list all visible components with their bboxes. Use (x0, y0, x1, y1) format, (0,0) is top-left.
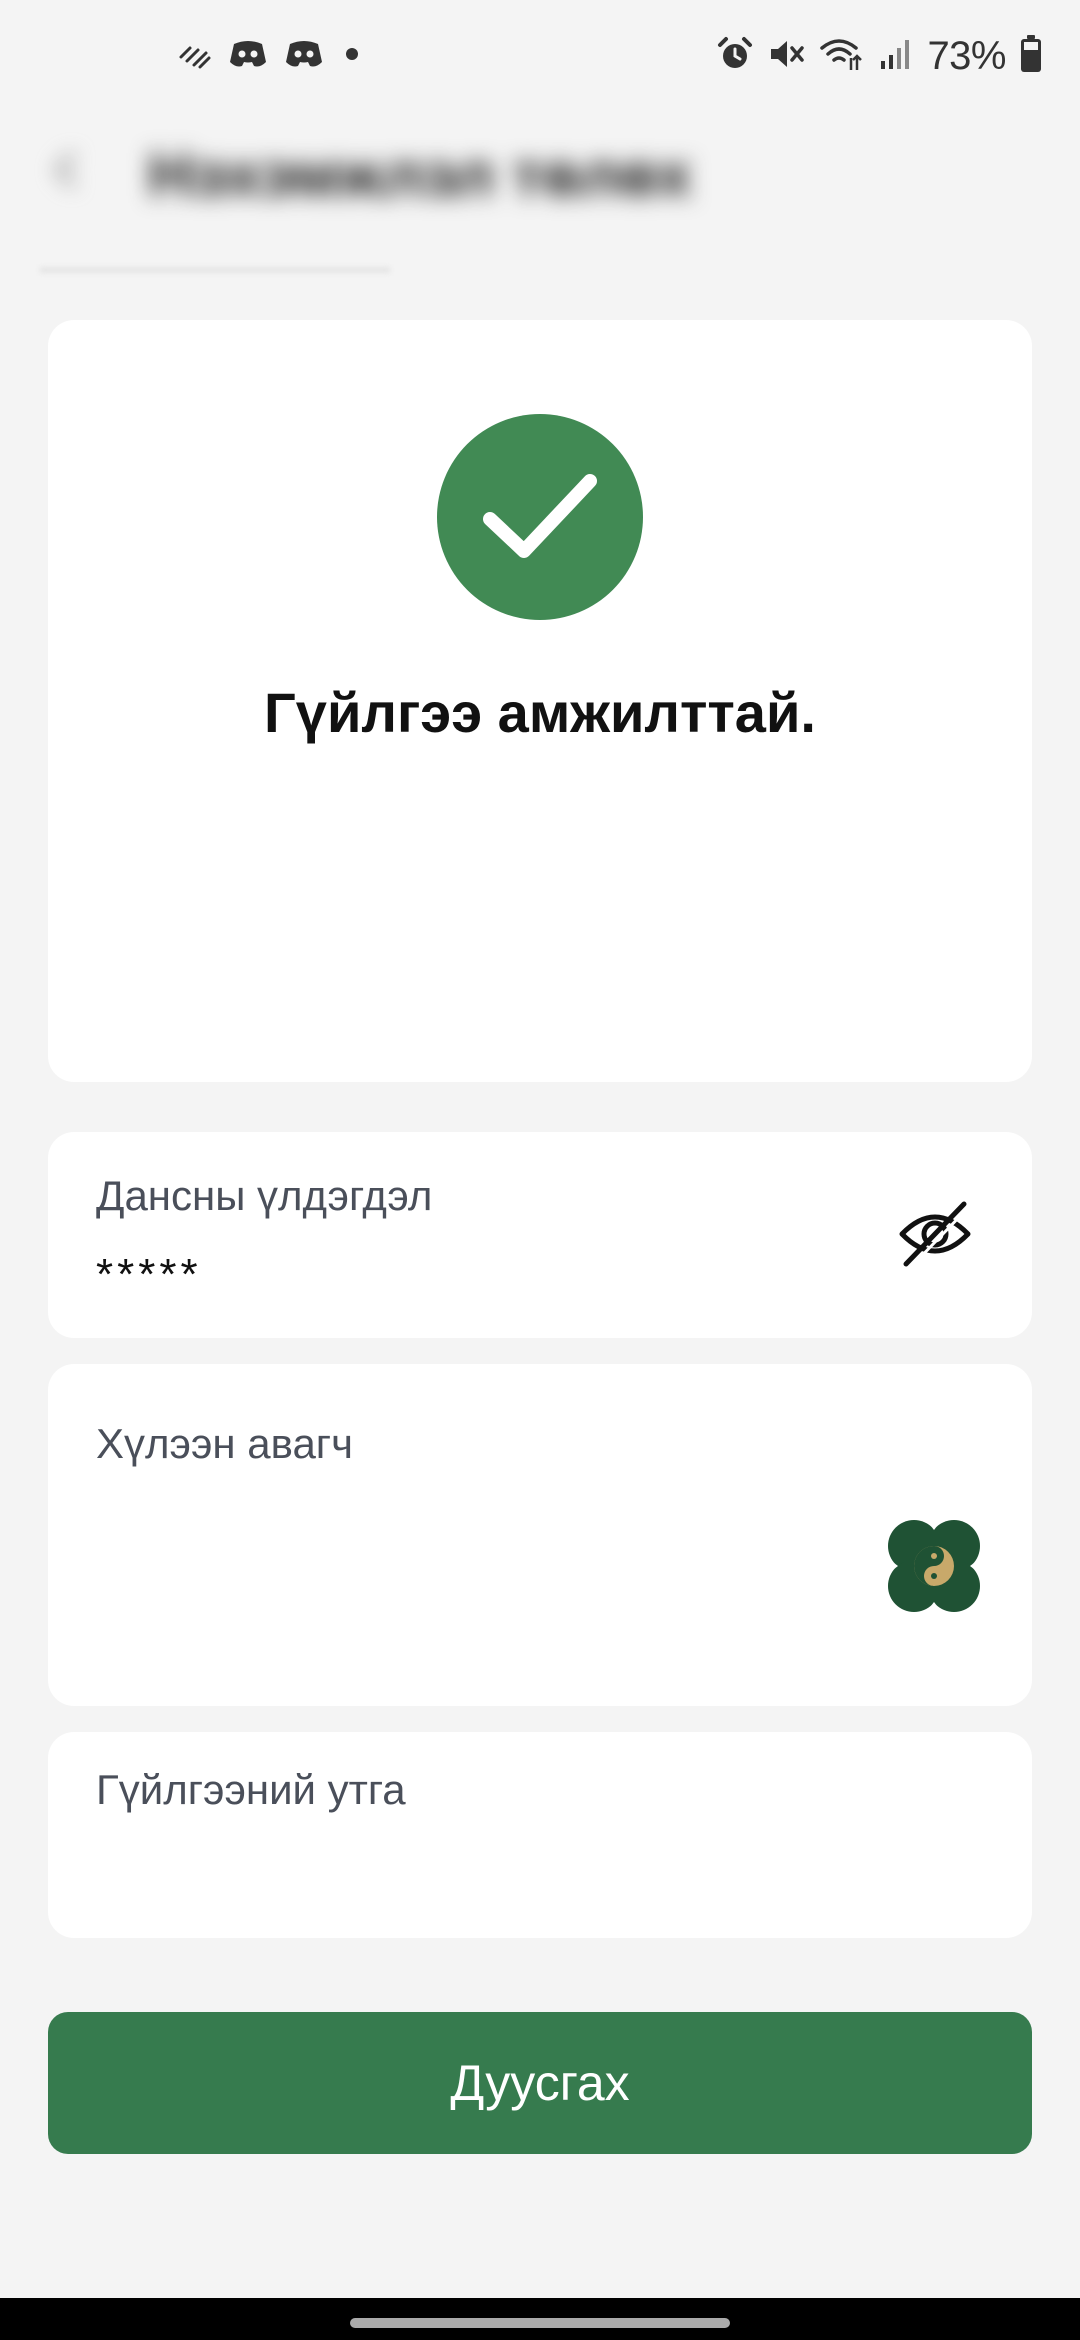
status-bar: 73% (0, 0, 1080, 112)
description-card: Гүйлгээний утга (48, 1732, 1032, 1938)
weather-icon (178, 39, 212, 74)
page-title: Нэхэмжлэл төлөх (148, 141, 692, 210)
recipient-logo-icon (884, 1516, 984, 1616)
success-checkmark-badge (437, 414, 643, 620)
mute-icon (767, 36, 805, 77)
battery-icon (1020, 34, 1042, 78)
system-navigation-bar (0, 2298, 1080, 2340)
home-indicator[interactable] (350, 2318, 730, 2328)
signal-icon (879, 37, 913, 76)
battery-percent: 73% (927, 33, 1006, 78)
eye-off-icon[interactable] (896, 1198, 974, 1270)
description-label: Гүйлгээний утга (96, 1766, 406, 1813)
discord-icon (284, 38, 324, 75)
balance-value: ***** (96, 1250, 202, 1299)
status-left-icons (178, 34, 364, 78)
dot-icon (340, 42, 364, 71)
recipient-card: Хүлээн авагч (48, 1364, 1032, 1706)
checkmark-icon (483, 474, 597, 558)
recipient-label: Хүлээн авагч (96, 1420, 354, 1467)
success-message: Гүйлгээ амжилттай. (264, 681, 816, 744)
wifi-icon (819, 36, 865, 77)
done-button[interactable]: Дуусгах (48, 2012, 1032, 2154)
success-card: Гүйлгээ амжилттай. (48, 320, 1032, 1082)
discord-icon (228, 38, 268, 75)
balance-label: Дансны үлдэгдэл (96, 1172, 433, 1219)
status-right-icons: 73% (717, 30, 1042, 82)
back-arrow-icon[interactable] (48, 150, 88, 190)
balance-card: Дансны үлдэгдэл ***** (48, 1132, 1032, 1338)
header-divider (40, 268, 390, 272)
alarm-icon (717, 36, 753, 77)
